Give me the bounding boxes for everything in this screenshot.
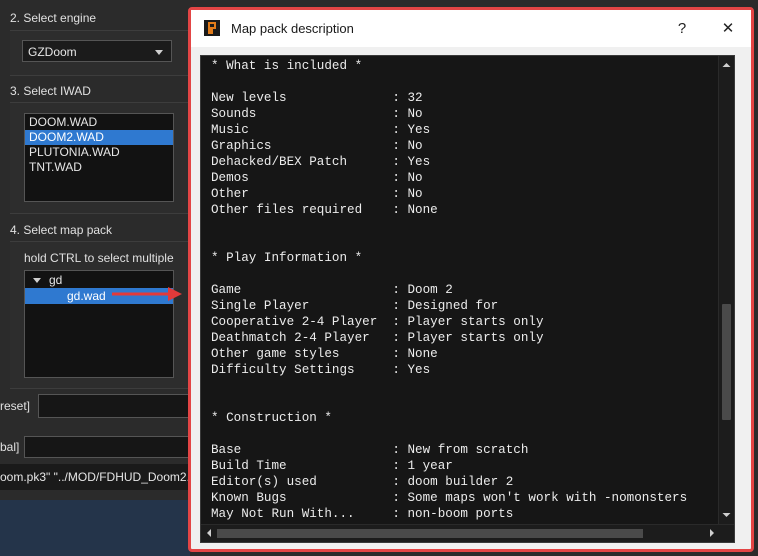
description-line: * Construction * — [211, 411, 332, 425]
iwad-item[interactable]: TNT.WAD — [25, 160, 173, 175]
description-line: May Not Run With... : non-boom ports — [211, 507, 514, 521]
description-line: Cooperative 2-4 Player : Player starts o… — [211, 315, 544, 329]
desktop-strip — [0, 500, 190, 556]
iwad-item[interactable]: DOOM.WAD — [25, 115, 173, 130]
description-text-area[interactable]: * What is included * New levels : 32 Sound… — [200, 55, 735, 543]
mappack-hint: hold CTRL to select multiple — [24, 251, 174, 265]
description-line: Difficulty Settings : Yes — [211, 363, 431, 377]
chevron-right-icon[interactable] — [705, 525, 719, 541]
description-line: Editor(s) used : doom builder 2 — [211, 475, 514, 489]
description-line: Demos : No — [211, 171, 423, 185]
iwad-item-selected[interactable]: DOOM2.WAD — [25, 130, 173, 145]
description-line: Sounds : No — [211, 107, 423, 121]
tree-folder-label: gd — [49, 273, 63, 287]
iwad-item[interactable]: PLUTONIA.WAD — [25, 145, 173, 160]
description-line: Graphics : No — [211, 139, 423, 153]
description-line: Other game styles : None — [211, 347, 438, 361]
dialog-title: Map pack description — [231, 21, 354, 36]
iwad-list[interactable]: DOOM.WAD DOOM2.WAD PLUTONIA.WAD TNT.WAD — [24, 113, 174, 202]
expand-triangle-icon[interactable] — [33, 278, 41, 283]
preset-label: reset] — [0, 399, 31, 413]
description-dialog: Map pack description ? ✕ * What is inclu… — [188, 7, 754, 552]
dialog-titlebar[interactable]: Map pack description ? ✕ — [191, 10, 751, 47]
description-line: Other files required : None — [211, 203, 438, 217]
iwad-group-label: 3. Select IWAD — [10, 84, 91, 98]
chevron-down-icon — [155, 50, 163, 55]
chevron-left-icon[interactable] — [202, 525, 216, 541]
global-input[interactable] — [24, 436, 193, 458]
description-line: Build Time : 1 year — [211, 459, 453, 473]
doom-launcher-icon — [204, 20, 220, 36]
description-line: Dehacked/BEX Patch : Yes — [211, 155, 431, 169]
vertical-scrollbar[interactable] — [718, 56, 734, 524]
engine-select[interactable]: GZDoom — [22, 40, 172, 62]
chevron-down-icon[interactable] — [719, 508, 734, 522]
description-line: Single Player : Designed for — [211, 299, 499, 313]
mappack-group-label: 4. Select map pack — [10, 223, 113, 237]
description-line: Known Bugs : Some maps won't work with -… — [211, 491, 688, 505]
global-label: bal] — [0, 440, 20, 454]
horizontal-scroll-thumb[interactable] — [217, 529, 643, 538]
engine-group-label: 2. Select engine — [10, 11, 97, 25]
close-button[interactable]: ✕ — [705, 10, 751, 47]
engine-select-value: GZDoom — [28, 45, 77, 59]
description-line: Base : New from scratch — [211, 443, 529, 457]
tree-file-label: gd.wad — [67, 289, 106, 303]
chevron-up-icon[interactable] — [719, 58, 734, 72]
description-line: * Play Information * — [211, 251, 363, 265]
command-line-preview: oom.pk3" "../MOD/FDHUD_Doom2.pk3" — [0, 464, 200, 490]
description-line: Music : Yes — [211, 123, 431, 137]
description-text: * What is included * New levels : 32 Sound… — [201, 56, 717, 524]
horizontal-scrollbar[interactable] — [201, 524, 734, 542]
red-arrow-icon — [112, 287, 182, 301]
preset-input[interactable] — [38, 394, 193, 418]
description-line: Deathmatch 2-4 Player : Player starts on… — [211, 331, 544, 345]
description-line: Game : Doom 2 — [211, 283, 453, 297]
description-line: New levels : 32 — [211, 91, 423, 105]
description-line: Other : No — [211, 187, 423, 201]
vertical-scroll-thumb[interactable] — [722, 304, 731, 420]
help-button[interactable]: ? — [659, 10, 705, 47]
description-line: * What is included * — [211, 59, 363, 73]
